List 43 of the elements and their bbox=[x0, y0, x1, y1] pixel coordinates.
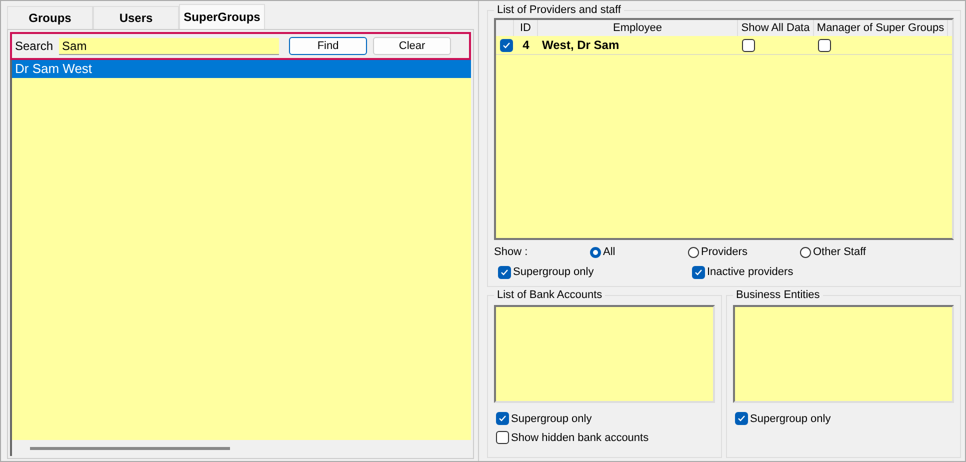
group-title: Business Entities bbox=[735, 289, 821, 301]
checkbox[interactable] bbox=[742, 38, 755, 52]
list-item[interactable]: Dr Sam West bbox=[12, 60, 471, 78]
find-button[interactable]: Find bbox=[289, 37, 368, 55]
checkbox[interactable] bbox=[496, 431, 509, 444]
table-cell-text: West, Dr Sam bbox=[541, 38, 620, 52]
column-header[interactable]: Manager of Super Groups bbox=[814, 20, 948, 36]
scrollbar-thumb[interactable] bbox=[30, 446, 230, 450]
group-title: List of Bank Accounts bbox=[496, 289, 604, 301]
checkbox[interactable] bbox=[496, 412, 509, 425]
check-icon bbox=[694, 268, 703, 276]
radio-label: All bbox=[603, 246, 616, 258]
checkbox-label: Show hidden bank accounts bbox=[511, 432, 649, 444]
checkbox[interactable] bbox=[692, 266, 705, 278]
radio-button[interactable] bbox=[688, 246, 699, 258]
tab[interactable]: SuperGroups bbox=[179, 4, 265, 29]
group-title: List of Providers and staff bbox=[496, 4, 622, 16]
column-header[interactable]: Employee bbox=[538, 20, 738, 36]
search-field[interactable]: Sam bbox=[59, 38, 280, 54]
radio-button[interactable] bbox=[590, 246, 601, 258]
column-header[interactable]: ID bbox=[514, 20, 538, 36]
tab[interactable]: Users bbox=[93, 6, 179, 29]
show-label: Show : bbox=[494, 246, 529, 258]
radio-button[interactable] bbox=[800, 246, 811, 258]
radio-label: Other Staff bbox=[813, 246, 866, 258]
checkbox[interactable] bbox=[735, 412, 748, 425]
search-label: Search bbox=[15, 39, 54, 53]
clear-button[interactable]: Clear bbox=[373, 37, 452, 55]
check-icon bbox=[498, 414, 507, 423]
checkbox[interactable] bbox=[498, 266, 511, 278]
tab[interactable]: Groups bbox=[7, 6, 93, 29]
checkbox-label: Supergroup only bbox=[513, 266, 594, 278]
checkbox-label: Supergroup only bbox=[511, 412, 592, 424]
radio-label: Providers bbox=[701, 246, 748, 258]
check-icon bbox=[502, 40, 511, 50]
checkbox[interactable] bbox=[818, 38, 831, 52]
checkbox-label: Inactive providers bbox=[707, 266, 794, 278]
checkbox-label: Supergroup only bbox=[750, 412, 831, 424]
check-icon bbox=[500, 268, 509, 276]
check-icon bbox=[737, 414, 746, 423]
table-cell-text: 4 bbox=[522, 38, 530, 52]
checkbox[interactable] bbox=[500, 38, 513, 52]
column-header[interactable]: Show All Data bbox=[738, 20, 814, 36]
